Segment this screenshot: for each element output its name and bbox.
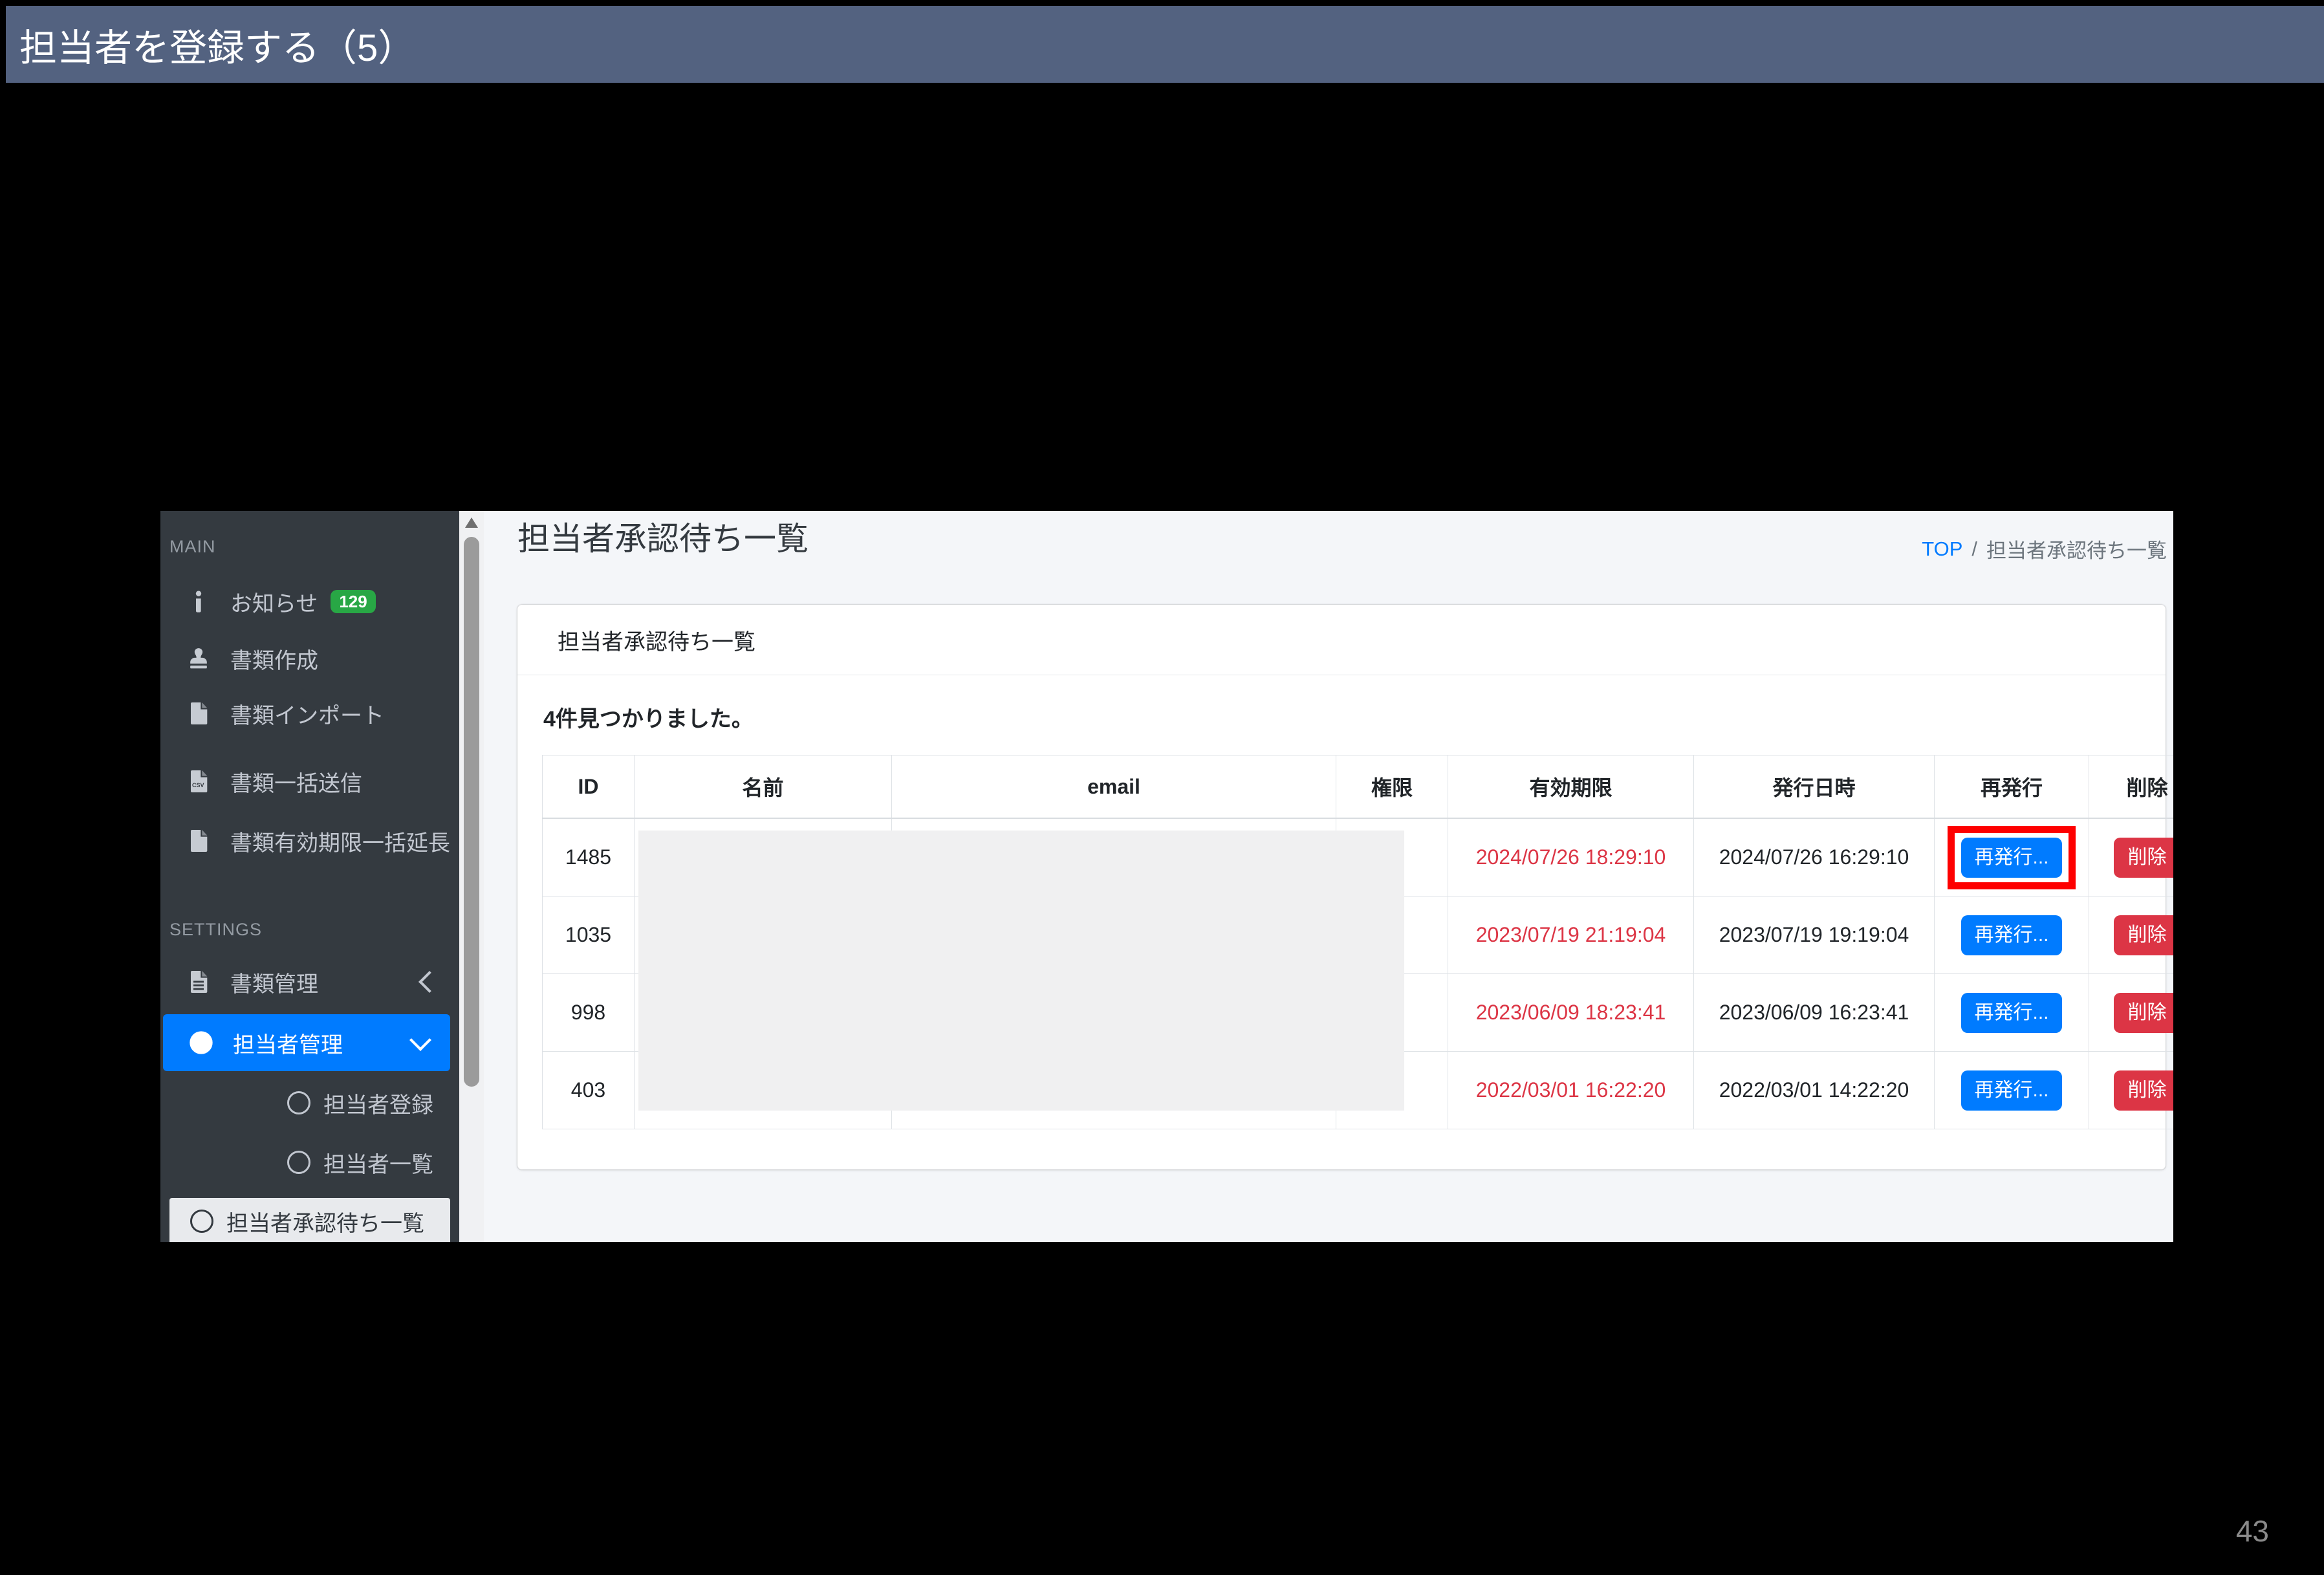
cell-delete: 削除 (2089, 818, 2173, 896)
chevron-down-icon (409, 1029, 431, 1051)
sidebar-section-main: MAIN (169, 536, 216, 556)
sidebar-item-staff-list[interactable]: 担当者一覧 (160, 1140, 459, 1185)
file-icon (184, 826, 213, 856)
card-header: 担当者承認待ち一覧 (517, 605, 2166, 675)
sidebar-item-label: 書類インポート (230, 703, 384, 728)
cell-reissue: 再発行... (1934, 818, 2089, 896)
cell-id: 998 (542, 973, 635, 1052)
column-header: 権限 (1336, 755, 1448, 819)
breadcrumb-current: 担当者承認待ち一覧 (1986, 539, 2167, 562)
table-wrap: ID 名前 email 権限 有効期限 発行日時 再発行 削除 1485 2024/07/26… (542, 755, 2173, 1129)
cell-reissue: 再発行... (1934, 896, 2089, 974)
sidebar-item-bulk-send[interactable]: CSV 書類一括送信 (160, 759, 459, 804)
sidebar-item-label: 担当者一覧 (323, 1152, 433, 1177)
cell-issued: 2023/07/19 19:19:04 (1693, 896, 1935, 974)
column-header: 有効期限 (1448, 755, 1694, 819)
scrollbar-thumb[interactable] (464, 537, 479, 1087)
cell-issued: 2023/06/09 16:23:41 (1693, 973, 1935, 1052)
slide-title: 担当者を登録する（5） (19, 27, 416, 69)
cell-reissue: 再発行... (1934, 973, 2089, 1052)
circle-icon (287, 1151, 310, 1174)
page-title: 担当者承認待ち一覧 (517, 521, 809, 557)
annotation-box: 再発行... (1961, 915, 2062, 955)
stamp-icon (184, 644, 213, 673)
sidebar-item-bulk-extend[interactable]: 書類有効期限一括延長 (160, 818, 459, 864)
redaction-overlay (638, 831, 1404, 1111)
cell-delete: 削除 (2089, 973, 2173, 1052)
csv-file-icon: CSV (184, 766, 213, 796)
column-header: 削除 (2089, 755, 2173, 819)
column-header: ID (542, 755, 635, 819)
breadcrumb: TOP / 担当者承認待ち一覧 (1922, 534, 2167, 563)
chevron-left-icon (418, 971, 440, 993)
svg-text:CSV: CSV (192, 782, 204, 788)
main-content: 担当者承認待ち一覧 TOP / 担当者承認待ち一覧 担当者承認待ち一覧 4件見つ… (484, 511, 2173, 1242)
user-circle-icon (186, 1028, 216, 1058)
file-lines-icon (184, 967, 213, 997)
circle-icon (190, 1210, 213, 1233)
news-count-badge: 129 (331, 590, 376, 613)
table-header-row: ID 名前 email 権限 有効期限 発行日時 再発行 削除 (542, 755, 2173, 819)
sidebar-item-label: 書類作成 (230, 648, 318, 673)
sidebar-scrollbar[interactable] (459, 511, 484, 1242)
delete-button[interactable]: 削除 (2113, 915, 2173, 955)
breadcrumb-top-link[interactable]: TOP (1922, 538, 1962, 561)
annotation-box: 再発行... (1948, 825, 2076, 889)
circle-icon (287, 1091, 310, 1114)
sidebar-item-label: 担当者承認待ち一覧 (226, 1211, 424, 1236)
cell-expiry: 2024/07/26 18:29:10 (1448, 818, 1694, 896)
app-screenshot: MAIN お知らせ 129 書類作成 書類インポート CSV 書類一括送信 書類… (160, 511, 2173, 1242)
sidebar-item-create-doc[interactable]: 書類作成 (160, 636, 459, 681)
sidebar-item-doc-management[interactable]: 書類管理 (160, 959, 459, 1005)
column-header: 再発行 (1934, 755, 2089, 819)
sidebar-item-label: 担当者管理 (233, 1032, 343, 1058)
sidebar-item-label: 担当者登録 (323, 1092, 433, 1118)
card-body: 4件見つかりました。 ID 名前 email 権限 有効期限 発行日時 再発行 削除 1485… (517, 675, 2173, 1129)
slide-page-number: 43 (2235, 1514, 2269, 1548)
cell-id: 403 (542, 1051, 635, 1129)
delete-button[interactable]: 削除 (2113, 837, 2173, 878)
column-header: 名前 (634, 755, 892, 819)
sidebar: MAIN お知らせ 129 書類作成 書類インポート CSV 書類一括送信 書類… (160, 511, 459, 1242)
sidebar-item-label: お知らせ (230, 591, 318, 616)
cell-expiry: 2023/06/09 18:23:41 (1448, 973, 1694, 1052)
content-header: 担当者承認待ち一覧 TOP / 担当者承認待ち一覧 (517, 519, 2167, 563)
card-title: 担当者承認待ち一覧 (558, 629, 755, 655)
cell-issued: 2024/07/26 16:29:10 (1693, 818, 1935, 896)
cell-id: 1035 (542, 896, 635, 974)
column-header: email (891, 755, 1336, 819)
info-icon (184, 587, 213, 616)
cell-issued: 2022/03/01 14:22:20 (1693, 1051, 1935, 1129)
file-icon (184, 699, 213, 728)
cell-reissue: 再発行... (1934, 1051, 2089, 1129)
sidebar-item-staff-management[interactable]: 担当者管理 (163, 1014, 450, 1071)
annotation-box: 再発行... (1961, 1070, 2062, 1111)
breadcrumb-separator: / (1971, 537, 1977, 560)
sidebar-item-import-doc[interactable]: 書類インポート (160, 691, 459, 736)
pending-list-card: 担当者承認待ち一覧 4件見つかりました。 ID 名前 email 権限 有効期限 発行日時… (517, 605, 2173, 1169)
scrollbar-up-arrow-icon[interactable] (465, 517, 478, 528)
sidebar-item-news[interactable]: お知らせ 129 (160, 579, 459, 624)
reissue-button[interactable]: 再発行... (1961, 837, 2062, 878)
cell-expiry: 2023/07/19 21:19:04 (1448, 896, 1694, 974)
cell-id: 1485 (542, 818, 635, 896)
delete-button[interactable]: 削除 (2113, 992, 2173, 1033)
sidebar-item-staff-register[interactable]: 担当者登録 (160, 1080, 459, 1125)
sidebar-section-settings: SETTINGS (169, 919, 263, 939)
column-header: 発行日時 (1693, 755, 1935, 819)
sidebar-item-label: 書類管理 (230, 972, 318, 997)
result-count: 4件見つかりました。 (543, 707, 754, 732)
cell-expiry: 2022/03/01 16:22:20 (1448, 1051, 1694, 1129)
delete-button[interactable]: 削除 (2113, 1070, 2173, 1111)
reissue-button[interactable]: 再発行... (1961, 915, 2062, 955)
sidebar-item-label: 書類有効期限一括延長 (230, 831, 450, 856)
slide-title-bar: 担当者を登録する（5） (6, 6, 2324, 83)
annotation-box: 再発行... (1961, 992, 2062, 1033)
reissue-button[interactable]: 再発行... (1961, 1070, 2062, 1111)
reissue-button[interactable]: 再発行... (1961, 992, 2062, 1033)
sidebar-item-label: 書類一括送信 (230, 771, 362, 796)
sidebar-item-staff-pending-list[interactable]: 担当者承認待ち一覧 (169, 1198, 450, 1242)
cell-delete: 削除 (2089, 1051, 2173, 1129)
cell-delete: 削除 (2089, 896, 2173, 974)
